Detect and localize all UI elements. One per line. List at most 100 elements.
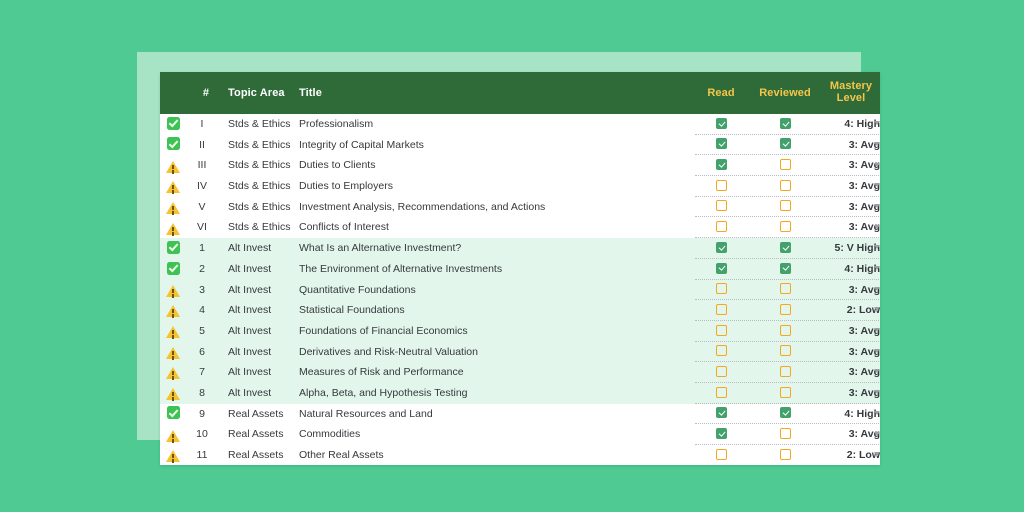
row-mastery-dropdown[interactable]: [870, 259, 880, 280]
row-mastery-dropdown[interactable]: [870, 114, 880, 135]
row-read-cell[interactable]: [698, 300, 744, 321]
row-read-cell[interactable]: [698, 280, 744, 301]
row-read-cell[interactable]: [698, 404, 744, 425]
reviewed-checkbox[interactable]: [779, 324, 791, 336]
row-mastery-dropdown[interactable]: [870, 445, 880, 465]
read-checkbox[interactable]: [715, 221, 727, 233]
read-checkbox[interactable]: [715, 262, 727, 274]
table-row[interactable]: 3 Alt Invest Quantitative Foundations 3: Av…: [160, 279, 880, 301]
reviewed-checkbox[interactable]: [779, 138, 791, 150]
row-read-cell[interactable]: [698, 321, 744, 342]
row-read-cell[interactable]: [698, 155, 744, 176]
row-mastery-dropdown[interactable]: [870, 404, 880, 425]
reviewed-checkbox[interactable]: [779, 159, 791, 171]
row-read-cell[interactable]: [698, 176, 744, 197]
read-checkbox[interactable]: [715, 345, 727, 357]
table-row[interactable]: I Stds & Ethics Professionalism 4: High: [160, 114, 880, 135]
row-mastery-dropdown[interactable]: [870, 238, 880, 259]
row-reviewed-cell[interactable]: [754, 197, 816, 218]
read-checkbox[interactable]: [715, 386, 727, 398]
reviewed-checkbox[interactable]: [779, 345, 791, 357]
column-header-number[interactable]: #: [198, 87, 214, 99]
read-checkbox[interactable]: [715, 241, 727, 253]
row-reviewed-cell[interactable]: [754, 135, 816, 156]
row-reviewed-cell[interactable]: [754, 321, 816, 342]
reviewed-checkbox[interactable]: [779, 179, 791, 191]
row-read-cell[interactable]: [698, 342, 744, 363]
table-row[interactable]: 4 Alt Invest Statistical Foundations 2: Low: [160, 300, 880, 321]
row-mastery-dropdown[interactable]: [870, 217, 880, 238]
row-reviewed-cell[interactable]: [754, 445, 816, 465]
row-read-cell[interactable]: [698, 217, 744, 238]
row-reviewed-cell[interactable]: [754, 114, 816, 135]
row-read-cell[interactable]: [698, 197, 744, 218]
table-row[interactable]: VI Stds & Ethics Conflicts of Interest 3: A…: [160, 217, 880, 239]
read-checkbox[interactable]: [715, 200, 727, 212]
row-read-cell[interactable]: [698, 383, 744, 404]
row-mastery-dropdown[interactable]: [870, 280, 880, 301]
table-row[interactable]: 9 Real Assets Natural Resources and Land 4:…: [160, 403, 880, 425]
table-row[interactable]: 8 Alt Invest Alpha, Beta, and Hypothesis T…: [160, 382, 880, 404]
column-header-read[interactable]: Read: [698, 87, 744, 99]
reviewed-checkbox[interactable]: [779, 386, 791, 398]
column-header-mastery-level[interactable]: Mastery Level: [822, 80, 880, 104]
row-read-cell[interactable]: [698, 259, 744, 280]
reviewed-checkbox[interactable]: [779, 365, 791, 377]
column-header-topic-area[interactable]: Topic Area: [228, 87, 285, 99]
read-checkbox[interactable]: [715, 179, 727, 191]
table-row[interactable]: 11 Real Assets Other Real Assets 2: Low: [160, 445, 880, 465]
table-row[interactable]: 5 Alt Invest Foundations of Financial Econ…: [160, 320, 880, 342]
table-row[interactable]: 1 Alt Invest What Is an Alternative Invest…: [160, 238, 880, 259]
row-mastery-dropdown[interactable]: [870, 342, 880, 363]
row-read-cell[interactable]: [698, 135, 744, 156]
row-mastery-dropdown[interactable]: [870, 321, 880, 342]
row-reviewed-cell[interactable]: [754, 342, 816, 363]
table-row[interactable]: III Stds & Ethics Duties to Clients 3: Avg: [160, 155, 880, 177]
row-reviewed-cell[interactable]: [754, 238, 816, 259]
table-row[interactable]: V Stds & Ethics Investment Analysis, Recom…: [160, 196, 880, 218]
table-row[interactable]: 6 Alt Invest Derivatives and Risk-Neutral …: [160, 341, 880, 363]
read-checkbox[interactable]: [715, 159, 727, 171]
row-reviewed-cell[interactable]: [754, 176, 816, 197]
row-reviewed-cell[interactable]: [754, 259, 816, 280]
read-checkbox[interactable]: [715, 324, 727, 336]
read-checkbox[interactable]: [715, 283, 727, 295]
reviewed-checkbox[interactable]: [779, 200, 791, 212]
row-read-cell[interactable]: [698, 238, 744, 259]
row-mastery-dropdown[interactable]: [870, 197, 880, 218]
read-checkbox[interactable]: [715, 117, 727, 129]
row-mastery-dropdown[interactable]: [870, 135, 880, 156]
row-reviewed-cell[interactable]: [754, 217, 816, 238]
row-reviewed-cell[interactable]: [754, 424, 816, 445]
row-reviewed-cell[interactable]: [754, 280, 816, 301]
row-read-cell[interactable]: [698, 114, 744, 135]
table-row[interactable]: 10 Real Assets Commodities 3: Avg: [160, 424, 880, 445]
column-header-title[interactable]: Title: [299, 87, 322, 99]
reviewed-checkbox[interactable]: [779, 407, 791, 419]
row-read-cell[interactable]: [698, 362, 744, 383]
read-checkbox[interactable]: [715, 448, 727, 460]
read-checkbox[interactable]: [715, 428, 727, 440]
table-row[interactable]: II Stds & Ethics Integrity of Capital Mark…: [160, 134, 880, 156]
reviewed-checkbox[interactable]: [779, 221, 791, 233]
row-mastery-dropdown[interactable]: [870, 155, 880, 176]
row-mastery-dropdown[interactable]: [870, 424, 880, 445]
reviewed-checkbox[interactable]: [779, 262, 791, 274]
row-reviewed-cell[interactable]: [754, 155, 816, 176]
table-row[interactable]: 7 Alt Invest Measures of Risk and Performa…: [160, 362, 880, 383]
reviewed-checkbox[interactable]: [779, 241, 791, 253]
row-read-cell[interactable]: [698, 424, 744, 445]
reviewed-checkbox[interactable]: [779, 117, 791, 129]
row-read-cell[interactable]: [698, 445, 744, 465]
table-row[interactable]: 2 Alt Invest The Environment of Alternativ…: [160, 258, 880, 280]
row-mastery-dropdown[interactable]: [870, 300, 880, 321]
read-checkbox[interactable]: [715, 365, 727, 377]
reviewed-checkbox[interactable]: [779, 303, 791, 315]
row-mastery-dropdown[interactable]: [870, 383, 880, 404]
read-checkbox[interactable]: [715, 407, 727, 419]
row-reviewed-cell[interactable]: [754, 404, 816, 425]
reviewed-checkbox[interactable]: [779, 283, 791, 295]
read-checkbox[interactable]: [715, 138, 727, 150]
reviewed-checkbox[interactable]: [779, 448, 791, 460]
row-reviewed-cell[interactable]: [754, 362, 816, 383]
